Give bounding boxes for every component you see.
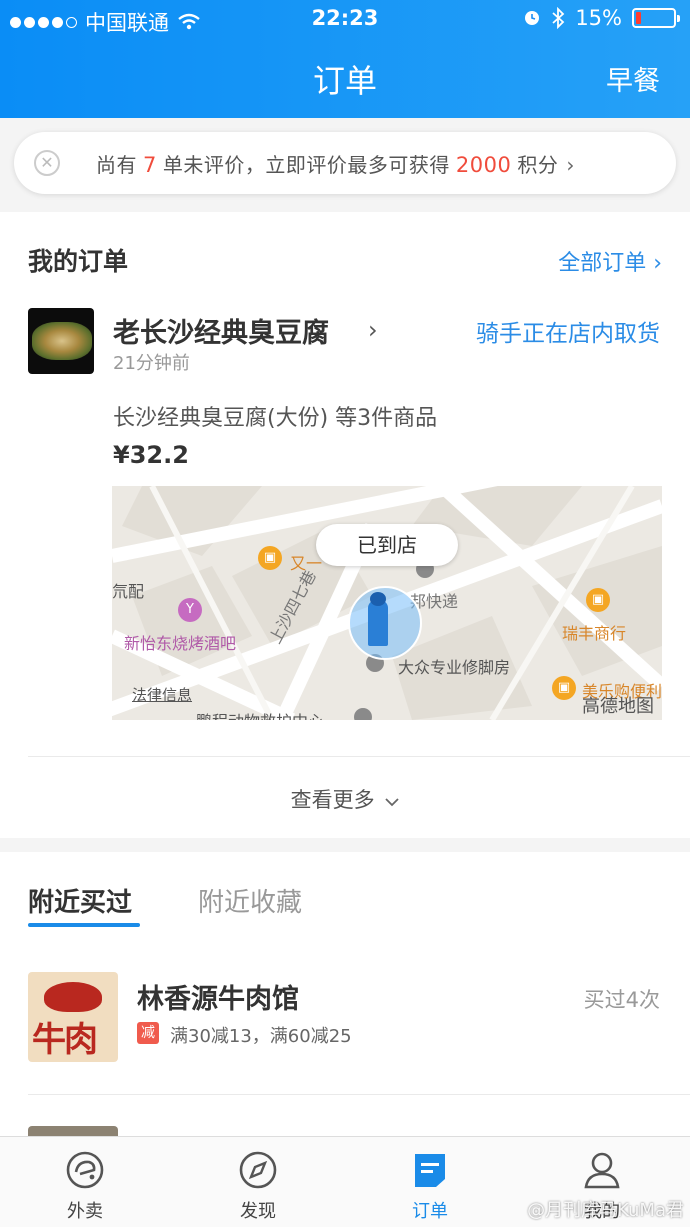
- promo-text: 满30减13，满60减25: [170, 1026, 352, 1047]
- review-notice-banner[interactable]: ✕ 尚有 7 单未评价，立即评价最多可获得 2000 积分 ›: [14, 132, 676, 194]
- tab-takeout[interactable]: 外卖: [25, 1149, 145, 1223]
- map-label-bottom: 鹏程动物救护中心: [196, 708, 324, 720]
- bull-logo: [44, 982, 102, 1012]
- status-right: 15%: [523, 6, 680, 30]
- bluetooth-icon: [552, 7, 565, 29]
- bar-poi-icon: Y: [178, 598, 202, 622]
- ruifeng-poi-icon: ▣: [586, 588, 610, 612]
- tab-bought-nearby[interactable]: 附近买过: [28, 882, 132, 919]
- order-price: ¥32.2: [113, 441, 189, 469]
- rider-avatar[interactable]: [348, 586, 422, 660]
- all-orders-link[interactable]: 全部订单 ›: [558, 245, 662, 277]
- nav-bar: 订单 早餐: [0, 38, 690, 118]
- notice-prefix: 尚有: [96, 152, 137, 177]
- amap-logo: 高德地图: [582, 696, 654, 717]
- nearby-card: 附近买过 附近收藏 牛肉 林香源牛肉馆 买过4次 减 满30减13，满60减25: [0, 852, 690, 1146]
- shop-poi-icon: ▣: [258, 546, 282, 570]
- notice-suffix: 积分: [517, 152, 559, 177]
- my-orders-card: 我的订单 全部订单 › 老长沙经典臭豆腐 › 骑手正在店内取货 21分钟前 长沙…: [0, 212, 690, 838]
- profile-icon: [584, 1152, 620, 1189]
- map-label-bar: 新怡东烧烤酒吧: [124, 634, 237, 653]
- arrived-bubble: 已到店: [316, 524, 458, 566]
- battery-percent: 15%: [575, 6, 622, 30]
- close-icon[interactable]: ✕: [34, 150, 60, 176]
- divider: [28, 756, 690, 757]
- tab-saved-nearby[interactable]: 附近收藏: [198, 882, 302, 919]
- bought-count: 买过4次: [583, 988, 660, 1012]
- map-label-ruifeng: 瑞丰商行: [562, 624, 627, 643]
- delivery-map[interactable]: ▣ 又一 邦快递 氘配 Y 新怡东烧烤酒吧 上沙四七巷 大众专业修脚房 ▣ 瑞丰…: [112, 486, 662, 720]
- alarm-icon: [525, 11, 540, 25]
- review-notice-text: 尚有 7 单未评价，立即评价最多可获得 2000 积分 ›: [96, 149, 575, 178]
- nearby-shop-name[interactable]: 林香源牛肉馆: [137, 977, 299, 1016]
- page-title: 订单: [312, 62, 377, 100]
- tab-label: 外卖: [67, 1201, 103, 1222]
- legal-info-link[interactable]: 法律信息: [132, 684, 192, 705]
- order-icon: [415, 1154, 445, 1187]
- logo-text: 牛肉: [32, 1020, 98, 1060]
- chevron-right-icon: ›: [566, 152, 575, 177]
- takeout-icon: [66, 1151, 104, 1189]
- chevron-down-icon: [385, 798, 399, 807]
- status-bar: 中国联通 22:23 15%: [0, 0, 690, 38]
- breakfast-button[interactable]: 早餐: [606, 59, 660, 98]
- order-time: 21分钟前: [113, 353, 190, 374]
- tab-discover[interactable]: 发现: [198, 1149, 318, 1223]
- nearby-shop-thumbnail[interactable]: 牛肉: [28, 972, 118, 1062]
- watermark: @月刊库马KuMa君: [527, 1200, 684, 1221]
- tab-orders[interactable]: 订单: [370, 1149, 490, 1223]
- poi-icon: [354, 708, 372, 720]
- tab-label: 发现: [240, 1201, 276, 1222]
- chevron-right-icon: ›: [368, 316, 378, 344]
- shop-thumbnail[interactable]: [28, 308, 94, 374]
- compass-icon: [239, 1151, 277, 1189]
- tab-label: 订单: [412, 1201, 448, 1222]
- map-label-edge: 氘配: [112, 582, 145, 601]
- see-more-label: 查看更多: [290, 788, 375, 812]
- order-items[interactable]: 长沙经典臭豆腐(大份) 等3件商品: [113, 400, 437, 432]
- points-value: 2000: [455, 152, 512, 177]
- battery-icon: [632, 8, 680, 28]
- meile-poi-icon: ▣: [552, 676, 576, 700]
- map-label-repair: 大众专业修脚房: [398, 658, 511, 677]
- discount-badge: 减: [137, 1022, 159, 1044]
- my-orders-title: 我的订单: [28, 247, 129, 276]
- see-more-button[interactable]: 查看更多: [0, 784, 690, 814]
- shop-name[interactable]: 老长沙经典臭豆腐: [113, 311, 329, 350]
- app-header: 中国联通 22:23 15% 订单 早餐: [0, 0, 690, 118]
- unreviewed-count: 7: [143, 152, 157, 177]
- notice-middle: 单未评价，立即评价最多可获得: [162, 152, 450, 177]
- order-status: 骑手正在店内取货: [476, 321, 660, 347]
- divider: [28, 1094, 690, 1095]
- tab-indicator: [28, 923, 140, 927]
